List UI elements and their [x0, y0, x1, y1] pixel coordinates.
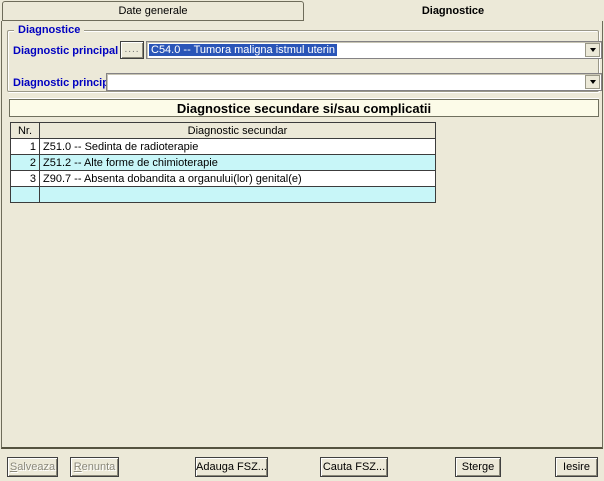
principal1-dropdown-button[interactable] [585, 43, 600, 57]
principal2-dropdown-button[interactable] [585, 75, 600, 89]
iesire-button[interactable]: Iesire [555, 457, 598, 477]
row-number: 1 [11, 139, 40, 155]
principal2-combobox[interactable] [106, 73, 602, 91]
table-row[interactable]: 1 Z51.0 -- Sedinta de radioterapie [11, 139, 436, 155]
row-number: 2 [11, 155, 40, 171]
principal1-value: C54.0 -- Tumora maligna istmul uterin [147, 44, 337, 56]
diagnostice-groupbox: Diagnostice Diagnostic principal 1 .... … [7, 30, 599, 92]
diagnostice-tab-page: Diagnostice Diagnostic principal 1 .... … [1, 21, 603, 449]
groupbox-title: Diagnostice [14, 24, 84, 36]
table-row[interactable]: 2 Z51.2 -- Alte forme de chimioterapie [11, 155, 436, 171]
salveaza-button[interactable]: Salveaza [7, 457, 58, 477]
row-number: 3 [11, 171, 40, 187]
principal1-label: Diagnostic principal 1 [13, 45, 127, 57]
table-header-row: Nr. Diagnostic secundar [11, 123, 436, 139]
table-row[interactable]: 3 Z90.7 -- Absenta dobandita a organului… [11, 171, 436, 187]
sterge-button[interactable]: Sterge [455, 457, 501, 477]
principal1-combobox[interactable]: C54.0 -- Tumora maligna istmul uterin [146, 41, 602, 59]
tab-date-generale[interactable]: Date generale [2, 1, 304, 21]
chevron-down-icon [590, 80, 596, 84]
renunta-button[interactable]: Renunta [70, 457, 119, 477]
row-number [11, 187, 40, 203]
row-diagnosis [40, 187, 436, 203]
chevron-down-icon [590, 48, 596, 52]
table-row[interactable] [11, 187, 436, 203]
row-diagnosis: Z90.7 -- Absenta dobandita a organului(l… [40, 171, 436, 187]
column-header-nr: Nr. [11, 123, 40, 139]
diagnostics-window: Date generale Diagnostice Diagnostice Di… [0, 0, 604, 481]
row-diagnosis: Z51.2 -- Alte forme de chimioterapie [40, 155, 436, 171]
tab-diagnostice[interactable]: Diagnostice [304, 0, 602, 21]
column-header-diag: Diagnostic secundar [40, 123, 436, 139]
secondary-section-header: Diagnostice secundare si/sau complicatii [9, 99, 599, 117]
tab-date-generale-label: Date generale [118, 5, 187, 17]
secondary-diagnostics-table: Nr. Diagnostic secundar 1 Z51.0 -- Sedin… [10, 122, 436, 203]
tab-diagnostice-label: Diagnostice [422, 5, 484, 17]
principal1-browse-button[interactable]: .... [120, 41, 144, 59]
adauga-fsz-button[interactable]: Adauga FSZ... [195, 457, 268, 477]
cauta-fsz-button[interactable]: Cauta FSZ... [320, 457, 388, 477]
row-diagnosis: Z51.0 -- Sedinta de radioterapie [40, 139, 436, 155]
